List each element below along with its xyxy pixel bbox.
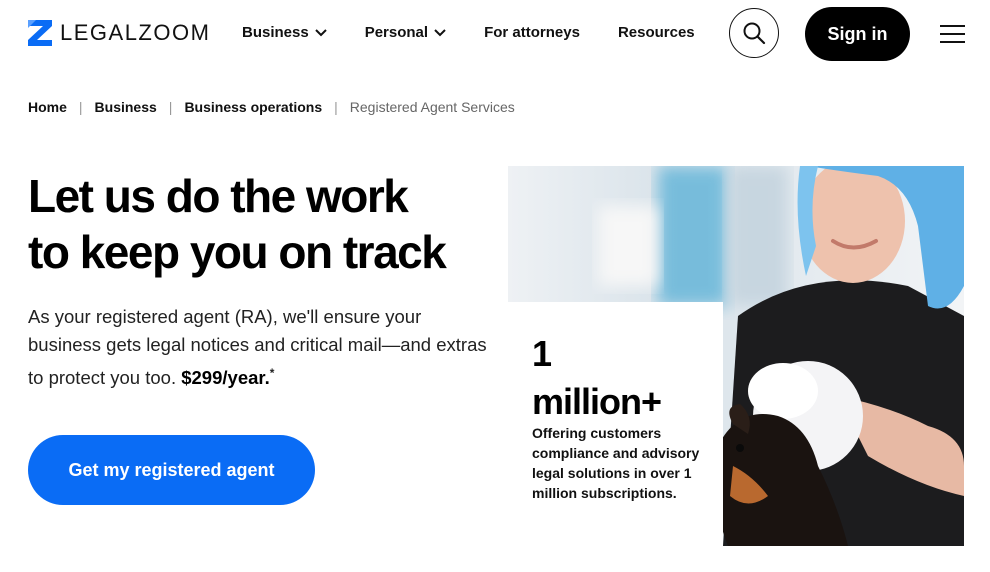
hamburger-menu-icon[interactable] xyxy=(940,25,965,43)
nav-for-attorneys[interactable]: For attorneys xyxy=(484,24,580,41)
search-icon xyxy=(743,22,766,45)
breadcrumb-separator: | xyxy=(168,99,173,115)
chevron-down-icon xyxy=(434,28,446,36)
nav-personal-label: Personal xyxy=(364,24,429,41)
hero-headline-line2: to keep you on track xyxy=(28,226,447,278)
breadcrumb-home[interactable]: Home xyxy=(28,99,67,115)
breadcrumb-current: Registered Agent Services xyxy=(349,99,515,115)
breadcrumb-business-operations[interactable]: Business operations xyxy=(184,99,322,115)
nav-business-label: Business xyxy=(242,24,309,41)
breadcrumb: Home | Business | Business operations | … xyxy=(28,99,515,115)
nav-for-attorneys-label: For attorneys xyxy=(484,24,580,41)
hero-headline-line1: Let us do the work xyxy=(28,170,409,222)
stat-number: 1 million+ xyxy=(532,330,662,426)
chevron-down-icon xyxy=(314,28,327,36)
nav-resources[interactable]: Resources xyxy=(618,24,695,41)
search-button[interactable] xyxy=(729,8,779,58)
hero-headline: Let us do the work to keep you on track xyxy=(28,168,498,280)
sign-in-button[interactable]: Sign in xyxy=(805,7,910,61)
brand-name: LEGALZOOM xyxy=(60,20,211,45)
get-registered-agent-button[interactable]: Get my registered agent xyxy=(28,435,315,505)
legalzoom-logo[interactable]: LEGALZOOM xyxy=(28,20,210,46)
nav-personal[interactable]: Personal xyxy=(365,24,446,41)
main-nav: Business Personal For attorneys Resource… xyxy=(242,24,733,41)
breadcrumb-business[interactable]: Business xyxy=(95,99,157,115)
stat-number-line2: million+ xyxy=(532,381,662,422)
breadcrumb-separator: | xyxy=(334,99,338,115)
stat-number-line1: 1 xyxy=(532,333,552,374)
stat-description: Offering customers compliance and adviso… xyxy=(532,425,700,501)
logo-z-icon xyxy=(28,20,52,46)
nav-business[interactable]: Business xyxy=(242,24,327,41)
stat-card: 1 million+ Offering customers compliance… xyxy=(508,302,723,546)
hero-price: $299/year. xyxy=(181,367,270,389)
site-header: LEGALZOOM Business Personal For attorney… xyxy=(0,0,990,68)
price-footnote-mark: * xyxy=(269,366,275,380)
hero-subcopy: As your registered agent (RA), we'll ens… xyxy=(28,303,498,392)
breadcrumb-separator: | xyxy=(78,99,83,115)
nav-resources-label: Resources xyxy=(617,24,695,41)
